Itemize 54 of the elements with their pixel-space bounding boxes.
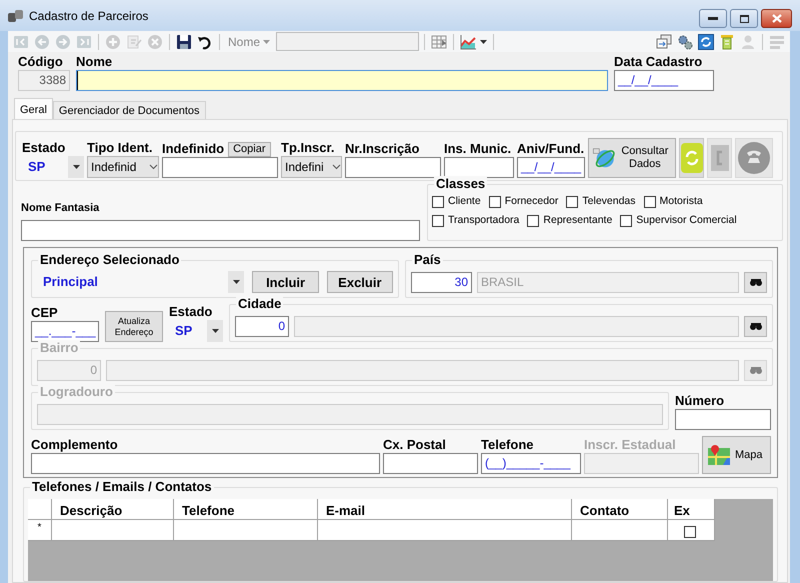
- copy-button[interactable]: Copiar: [228, 142, 271, 157]
- column-header: Contato: [572, 499, 668, 520]
- checkbox-label: Cliente: [448, 194, 481, 209]
- date-field[interactable]: __/__/____: [614, 70, 714, 91]
- field-label: Nome Fantasia: [21, 201, 100, 216]
- field-label: Aniv/Fund.: [517, 141, 585, 157]
- window-title: Cadastro de Parceiros: [29, 8, 148, 24]
- checkbox-label: Fornecedor: [504, 194, 558, 209]
- city-code-field[interactable]: 0: [235, 316, 289, 336]
- field-label: Tipo Ident.: [87, 140, 154, 156]
- phone-field[interactable]: (__)_____-____: [481, 453, 581, 474]
- column-header: Descrição: [52, 499, 174, 520]
- type-dropdown[interactable]: Indefinid: [87, 156, 159, 178]
- field-label: Nr.Inscrição: [345, 141, 420, 157]
- field-label: Nome: [76, 54, 114, 70]
- field-label: Tp.Inscr.: [281, 140, 336, 156]
- column-header: E-mail: [318, 499, 572, 520]
- tab[interactable]: Gerenciador de Documentos: [52, 101, 206, 119]
- consult-button[interactable]: Consultar Dados: [588, 138, 676, 178]
- group-title: Endereço Selecionado: [38, 252, 182, 268]
- checkbox-label: Transportadora: [448, 212, 520, 228]
- field-label: Indefinido: [162, 141, 224, 157]
- field-label: Número: [675, 393, 726, 409]
- field-label: Inscr. Estadual: [584, 437, 677, 453]
- field-label: Telefone: [481, 437, 534, 453]
- checkbox-label: Motorista: [660, 194, 703, 209]
- state-dropdown[interactable]: SP: [22, 156, 84, 178]
- group-title: Logradouro: [38, 384, 115, 400]
- field-label: Estado: [22, 140, 66, 156]
- field-label: Cx. Postal: [383, 437, 447, 453]
- tab[interactable]: Geral: [14, 98, 53, 119]
- action-button[interactable]: Incluir: [252, 271, 319, 293]
- field-label: Código: [18, 54, 64, 70]
- country-code-field[interactable]: 30: [411, 272, 472, 292]
- checkbox-label: Supervisor Comercial: [636, 212, 737, 228]
- field-label: Data Cadastro: [614, 54, 704, 70]
- address-dropdown[interactable]: Principal: [37, 271, 244, 293]
- field-label: Estado: [169, 304, 214, 320]
- checkbox-label: Representante: [543, 212, 612, 228]
- field-label: CEP: [31, 305, 59, 321]
- type-dropdown[interactable]: Indefini: [281, 156, 342, 178]
- zip-field[interactable]: __.___-___: [31, 321, 99, 342]
- column-header: Telefone: [174, 499, 318, 520]
- field-label: Complemento: [31, 437, 119, 453]
- checkbox-label: Televendas: [582, 194, 636, 209]
- state-dropdown[interactable]: SP: [169, 320, 223, 342]
- action-button[interactable]: Excluir: [326, 271, 393, 293]
- date-field[interactable]: __/__/____: [517, 157, 585, 178]
- update-address-button[interactable]: Atualiza Endereço: [105, 311, 163, 342]
- field-label: Ins. Munic.: [444, 141, 512, 157]
- new-row-marker: *: [28, 520, 52, 541]
- code-field[interactable]: 3388: [18, 70, 70, 91]
- column-header: Ex: [668, 499, 715, 520]
- map-button[interactable]: Mapa: [702, 436, 771, 474]
